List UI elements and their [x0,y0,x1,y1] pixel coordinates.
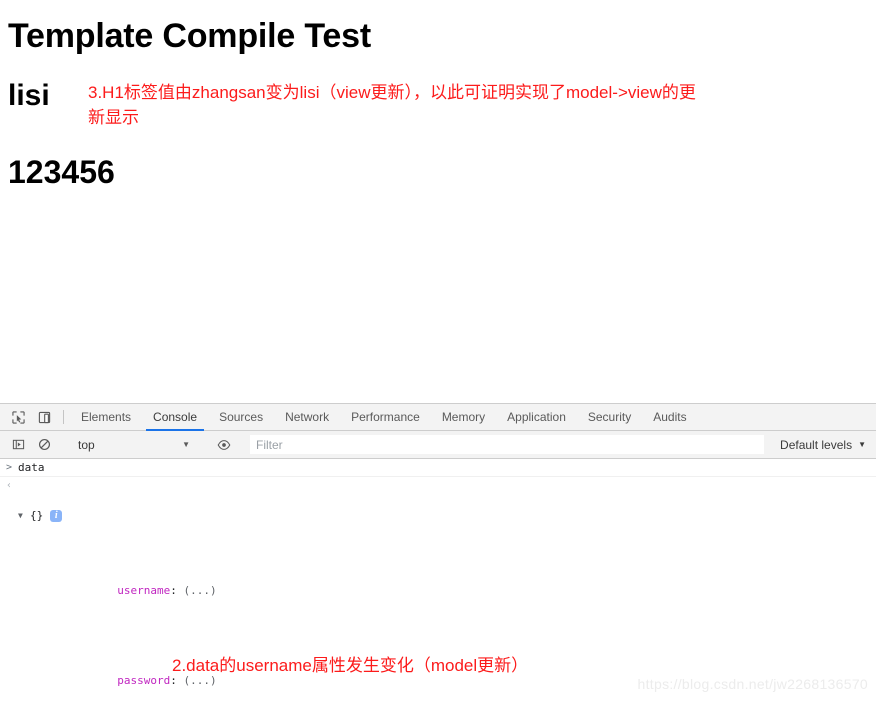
live-expression-eye-icon[interactable] [211,438,237,452]
console-gutter-output-icon: ‹ [5,480,13,491]
tab-elements[interactable]: Elements [70,404,142,430]
tab-label: Security [587,410,632,424]
console-object-result-row[interactable]: ‹ {} i username: (...) password: (...) g… [0,477,876,710]
object-property-row[interactable]: password: (...) [18,658,872,703]
tab-label: Application [507,410,566,424]
devtools-panel: Elements Console Sources Network Perform… [0,403,876,710]
console-input-text: data [18,461,45,474]
username-heading: lisi [8,79,50,113]
browser-page-viewport: Template Compile Test lisi 3.H1标签值由zhang… [0,0,876,403]
tab-memory[interactable]: Memory [431,404,496,430]
tab-label: Audits [653,410,687,424]
tab-security[interactable]: Security [577,404,642,430]
tab-label: Memory [441,410,486,424]
view-update-annotation: 3.H1标签值由zhangsan变为lisi（view更新），以此可证明实现了m… [88,83,696,128]
object-property-row[interactable]: username: (...) [18,568,872,613]
password-heading: 123456 [8,153,115,190]
property-value[interactable]: (...) [183,584,216,597]
console-filter-toolbar: top ▼ Default levels ▼ [0,431,876,459]
tab-console[interactable]: Console [142,404,208,431]
tab-performance[interactable]: Performance [340,404,431,430]
tab-application[interactable]: Application [496,404,577,430]
chevron-down-icon: ▼ [182,440,190,449]
property-separator: : [170,584,184,597]
chevron-down-icon: ▼ [858,440,866,449]
clear-console-icon[interactable] [31,438,57,451]
console-gutter-input-icon: > [5,462,13,473]
execution-context-value: top [78,437,95,452]
tab-network[interactable]: Network [274,404,340,430]
property-name: password [117,674,171,687]
toolbar-divider [63,410,64,424]
property-value[interactable]: (...) [183,674,216,687]
tab-label: Performance [351,410,420,424]
tab-label: Console [153,410,198,424]
tab-label: Elements [81,410,132,424]
execution-context-select[interactable]: top ▼ [70,431,198,458]
username-row: lisi 3.H1标签值由zhangsan变为lisi（view更新），以此可证… [8,79,868,130]
tab-label: Network [285,410,330,424]
inspect-element-icon[interactable] [5,404,31,430]
property-name: username [117,584,171,597]
log-levels-select[interactable]: Default levels ▼ [766,438,876,452]
console-message-list[interactable]: > data ‹ {} i username: (...) password: … [0,459,876,710]
devtools-tabbar: Elements Console Sources Network Perform… [0,404,876,431]
console-object-body: {} i username: (...) password: (...) get… [18,478,876,710]
page-content: Template Compile Test lisi 3.H1标签值由zhang… [0,17,876,190]
console-sidebar-toggle-icon[interactable] [5,438,31,451]
console-input-row[interactable]: > data [0,459,876,477]
info-icon[interactable]: i [50,509,63,522]
property-separator: : [170,674,184,687]
tab-audits[interactable]: Audits [642,404,697,430]
tab-sources[interactable]: Sources [208,404,274,430]
tab-label: Sources [219,410,264,424]
object-braces: {} [30,509,44,522]
object-header[interactable]: {} i [18,508,872,523]
page-title: Template Compile Test [8,17,371,55]
toggle-device-toolbar-icon[interactable] [31,404,57,430]
log-levels-value: Default levels [780,437,853,452]
console-filter-input[interactable] [250,435,765,454]
disclosure-triangle-icon[interactable] [18,508,27,523]
